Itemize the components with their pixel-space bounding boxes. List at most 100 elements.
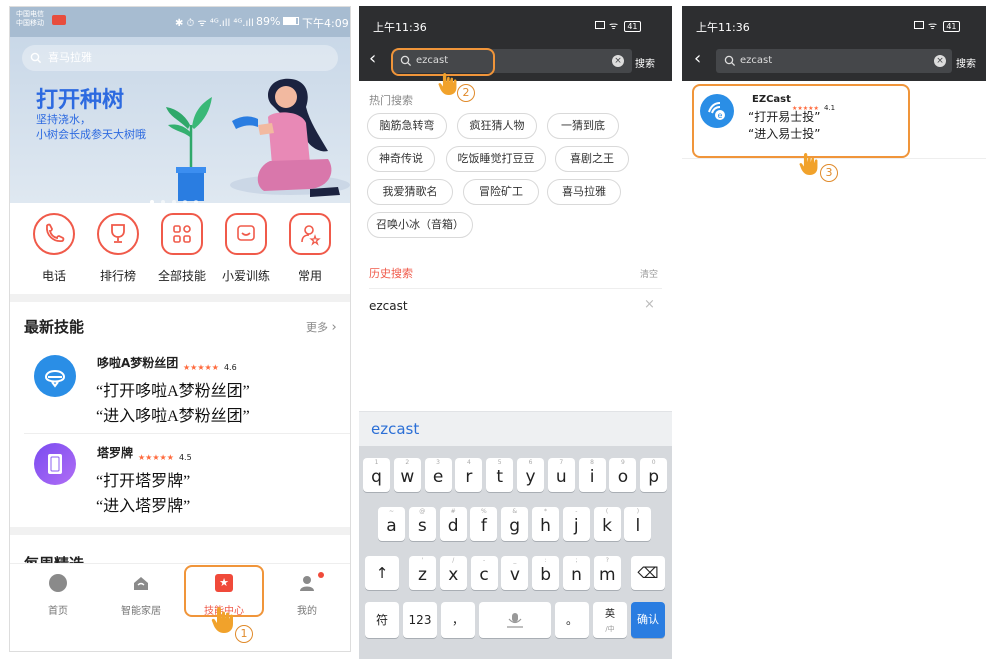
key-z[interactable]: ' z [409,556,436,590]
skill-card[interactable]: 哆啦A梦粉丝团 ★★★★★ 4.6 “打开哆啦A梦粉丝团” “进入哆啦A梦粉丝团… [10,347,350,433]
search-button[interactable]: 搜索 [956,55,976,70]
key-n[interactable]: ; n [563,556,590,590]
key-alt-label: 4 [466,459,471,466]
skill-card[interactable]: 塔罗牌 ★★★★★ 4.5 “打开塔罗牌” “进入塔罗牌” [10,437,350,523]
key-i[interactable]: 8i [578,458,606,492]
key-label: z [418,565,427,585]
key-m[interactable]: ? m [593,556,621,590]
clear-input-icon[interactable]: × [612,55,624,67]
more-link[interactable]: 更多 › [306,319,337,335]
key-alt-label: - [575,508,578,515]
search-input[interactable]: ezcast × [716,49,952,73]
key-q[interactable]: 1q [363,458,390,492]
rating-value: 4.5 [178,453,192,462]
quick-action-ranking[interactable]: 排行榜 [89,213,147,284]
key-label: a [386,516,397,536]
key-a[interactable]: ~ a [378,507,405,541]
period-key[interactable]: 。 [555,602,589,638]
shift-key[interactable]: ↑ [365,556,399,590]
quick-action-all-skills[interactable]: 全部技能 [153,213,211,284]
tab-profile[interactable]: 我的 [272,572,342,617]
key-o[interactable]: 9o [609,458,637,492]
key-e[interactable]: 3e [424,458,452,492]
key-g[interactable]: & g [501,507,529,541]
key-label: l [635,516,641,536]
carousel-dots[interactable] [150,189,210,204]
key-u[interactable]: 7u [547,458,575,492]
key-j[interactable]: -j [562,507,590,541]
tab-home[interactable]: 首页 [23,574,93,617]
quick-action-training[interactable]: 小爱训练 [217,213,275,284]
key-label: b [540,565,552,585]
quick-action-phone[interactable]: 电话 [25,213,83,284]
numbers-key[interactable]: 123 [403,602,437,638]
banner-illustration [166,78,350,201]
key-f[interactable]: % f [470,507,498,541]
key-s[interactable]: @ s [408,507,436,541]
history-item[interactable]: ezcast × [359,290,672,320]
clear-input-icon[interactable]: × [934,55,946,67]
key-label: n [571,565,582,585]
space-key[interactable] [479,602,551,638]
key-alt-label: 0 [651,459,656,466]
key-x[interactable]: / x [439,556,467,590]
key-alt-label: ; [575,557,578,564]
banner-line-1: 坚持浇水， [36,113,91,126]
key-label: u [555,467,567,487]
key-alt-label: & [512,508,518,515]
key-alt-label: 3 [436,459,440,466]
carrier-2: 中国移动 [16,19,44,27]
key-l[interactable]: ) l [624,507,652,541]
back-icon[interactable]: ‹ [369,50,376,68]
hot-search-chip[interactable]: 脑筋急转弯 [367,113,447,139]
key-c[interactable]: -c [470,556,498,590]
hot-search-chip[interactable]: 冒险矿工 [463,179,539,205]
quick-action-favorites[interactable]: 常用 [281,213,339,284]
language-key[interactable]: 英/中 [593,602,627,638]
backspace-key[interactable]: ⌫ [631,556,665,590]
key-h[interactable]: * h [532,507,559,541]
key-d[interactable]: # d [439,507,467,541]
clear-history-button[interactable]: 清空 [640,267,658,280]
key-v[interactable]: _ v [501,556,529,590]
key-r[interactable]: 4r [455,458,483,492]
hot-search-chip[interactable]: 喜马拉雅 [547,179,621,205]
banner[interactable]: 喜马拉雅 打开种树 坚持浇水， 小树会长成参天大树哦 [10,37,350,204]
tab-label: 我的 [297,606,317,617]
status-icons: ✱ ⏱ ᯤ ⁴ᴳ.ıll ⁴ᴳ.ıll [175,18,254,29]
hot-search-chip[interactable]: 我爱猜歌名 [367,179,453,205]
confirm-key[interactable]: 确认 [631,602,665,638]
keyboard: 1q2w3e4r5t6y7u8i9o0p ~ a @ s # d% f & g * h - j(k) l … [359,446,672,659]
hot-search-chip[interactable]: 神奇传说 [367,146,435,172]
key-label: m [599,565,616,585]
hot-search-chip[interactable]: 召唤小冰（音箱） [367,212,473,238]
tab-smart-home[interactable]: 智能家居 [106,574,176,617]
search-button[interactable]: 搜索 [635,55,655,70]
delete-icon[interactable]: × [644,297,655,312]
hot-search-chip[interactable]: 吃饭睡觉打豆豆 [446,146,546,172]
key-k[interactable]: (k [593,507,621,541]
key-label: j [573,516,579,536]
key-w[interactable]: 2w [393,458,421,492]
quick-action-label: 电话 [41,269,66,283]
doraemon-icon [34,355,76,397]
wifi-icon: ᯤ [928,21,938,32]
skill-center-screen: 中国电信 中国移动 ✱ ⏱ ᯤ ⁴ᴳ.ıll ⁴ᴳ.ıll 89% 下午4:09… [9,6,351,652]
microphone-icon [507,613,523,628]
phone-icon [33,213,75,255]
key-b[interactable]: :b [532,556,560,590]
symbols-key[interactable]: 符 [365,602,399,638]
quick-action-label: 排行榜 [99,269,136,283]
comma-key[interactable]: ， [441,602,475,638]
row-divider [24,433,350,434]
key-y[interactable]: 6y [517,458,544,492]
hot-search-chip[interactable]: 疯狂猜人物 [457,113,537,139]
hot-search-chip[interactable]: 一猜到底 [547,113,619,139]
quick-action-label: 常用 [297,269,322,283]
key-t[interactable]: 5t [486,458,514,492]
key-p[interactable]: 0p [640,458,668,492]
suggestion-word[interactable]: ezcast [371,420,419,438]
key-alt-label: 8 [590,459,594,466]
hot-search-chip[interactable]: 喜剧之王 [555,146,629,172]
back-icon[interactable]: ‹ [694,50,701,68]
